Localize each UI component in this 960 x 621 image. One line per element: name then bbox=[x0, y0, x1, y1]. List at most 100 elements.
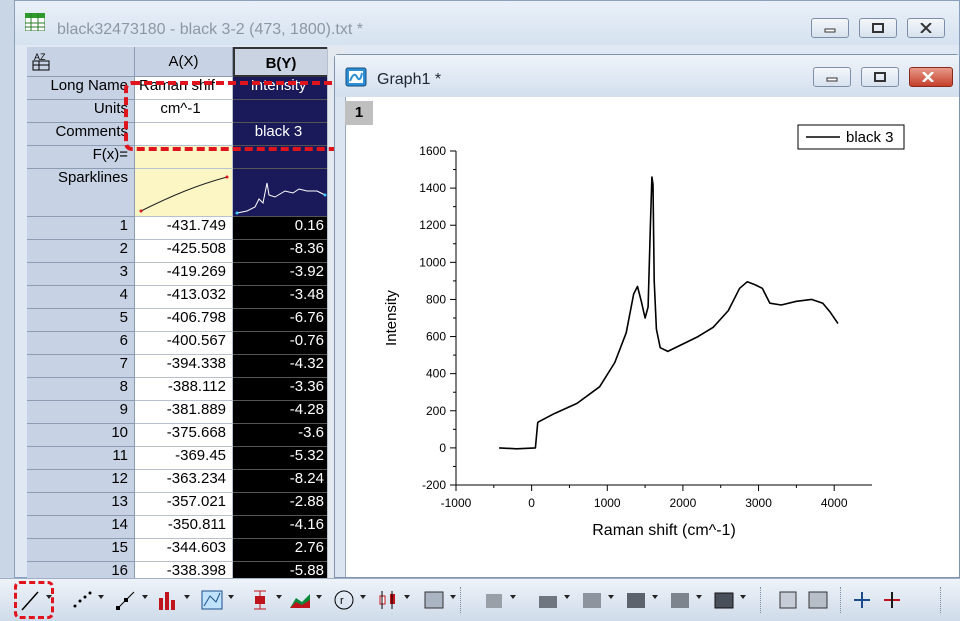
box-chart-tool-icon[interactable] bbox=[376, 587, 400, 613]
row-header[interactable]: 12 bbox=[27, 470, 135, 493]
graph-minimize-button[interactable] bbox=[813, 67, 851, 87]
graph-title-bar[interactable]: Graph1 * bbox=[335, 55, 959, 97]
sheet-corner[interactable]: AZ bbox=[27, 47, 135, 77]
scatter-tool-icon[interactable] bbox=[70, 587, 94, 613]
row-header[interactable]: 11 bbox=[27, 447, 135, 470]
image-tool-icon[interactable] bbox=[776, 587, 800, 613]
row-header[interactable]: 10 bbox=[27, 424, 135, 447]
chevron-down-icon[interactable] bbox=[316, 595, 322, 599]
chevron-down-icon[interactable] bbox=[228, 595, 234, 599]
cell-b[interactable]: -4.16 bbox=[233, 516, 329, 539]
cell-b[interactable]: -4.32 bbox=[233, 355, 329, 378]
cell-b[interactable]: -3.92 bbox=[233, 263, 329, 286]
sparkline-b[interactable] bbox=[233, 169, 329, 217]
cell-a[interactable]: -338.398 bbox=[135, 562, 233, 579]
row-header[interactable]: 13 bbox=[27, 493, 135, 516]
row-header[interactable]: 6 bbox=[27, 332, 135, 355]
row-header[interactable]: 15 bbox=[27, 539, 135, 562]
cell-a[interactable]: -344.603 bbox=[135, 539, 233, 562]
graph-page[interactable]: -1000 0 1000 2000 3000 4000 -200 0 200 400 600 800 1… bbox=[345, 97, 959, 577]
cell-a[interactable]: -400.567 bbox=[135, 332, 233, 355]
cell-b[interactable]: -3.48 bbox=[233, 286, 329, 309]
cell-b[interactable]: 2.76 bbox=[233, 539, 329, 562]
chevron-down-icon[interactable] bbox=[652, 595, 658, 599]
cell-b[interactable]: -3.6 bbox=[233, 424, 329, 447]
cell-b[interactable]: -8.36 bbox=[233, 240, 329, 263]
plot-template-tool-icon[interactable] bbox=[422, 587, 446, 613]
contour-tool-icon[interactable] bbox=[200, 587, 224, 613]
cell-a[interactable]: -381.889 bbox=[135, 401, 233, 424]
row-header[interactable]: 3 bbox=[27, 263, 135, 286]
axis-tool-icon[interactable] bbox=[850, 587, 874, 613]
cell-b[interactable]: -0.76 bbox=[233, 332, 329, 355]
row-header[interactable]: 7 bbox=[27, 355, 135, 378]
scale-tool-icon[interactable] bbox=[880, 587, 904, 613]
chevron-down-icon[interactable] bbox=[360, 595, 366, 599]
cell-a[interactable]: -394.338 bbox=[135, 355, 233, 378]
3d-color-map-tool-icon[interactable] bbox=[712, 587, 736, 613]
maximize-button[interactable] bbox=[859, 18, 897, 38]
cell-a[interactable]: -425.508 bbox=[135, 240, 233, 263]
row-header[interactable]: 14 bbox=[27, 516, 135, 539]
chevron-down-icon[interactable] bbox=[98, 595, 104, 599]
row-header[interactable]: 16 bbox=[27, 562, 135, 579]
merge-graph-tool-icon[interactable] bbox=[806, 587, 830, 613]
error-bar-tool-icon[interactable] bbox=[248, 587, 272, 613]
cell-a[interactable]: -419.269 bbox=[135, 263, 233, 286]
graph-window[interactable]: Graph1 * -1000 0 1000 2000 3000 4000 -200 0 200 4… bbox=[334, 54, 960, 578]
cell-a[interactable]: -413.032 bbox=[135, 286, 233, 309]
legend[interactable]: black 3 bbox=[797, 124, 905, 150]
cell-b[interactable]: -4.28 bbox=[233, 401, 329, 424]
graph-maximize-button[interactable] bbox=[861, 67, 899, 87]
cell-a[interactable]: -350.811 bbox=[135, 516, 233, 539]
row-header[interactable]: 4 bbox=[27, 286, 135, 309]
row-header[interactable]: 8 bbox=[27, 378, 135, 401]
cell-b[interactable]: 0.16 bbox=[233, 217, 329, 240]
3d-surface-tool-icon[interactable] bbox=[624, 587, 648, 613]
cell-b[interactable]: -6.76 bbox=[233, 309, 329, 332]
chevron-down-icon[interactable] bbox=[142, 595, 148, 599]
plot-area[interactable]: -1000 0 1000 2000 3000 4000 -200 0 200 400 600 800 1… bbox=[346, 97, 960, 575]
polar-tool-icon[interactable]: r bbox=[332, 587, 356, 613]
sparkline-a[interactable] bbox=[135, 169, 233, 217]
row-header[interactable]: 5 bbox=[27, 309, 135, 332]
chevron-down-icon[interactable] bbox=[184, 595, 190, 599]
chevron-down-icon[interactable] bbox=[510, 595, 516, 599]
column-header-a[interactable]: A(X) bbox=[135, 47, 233, 77]
cell-a[interactable]: -406.798 bbox=[135, 309, 233, 332]
graph-close-button[interactable] bbox=[909, 67, 953, 87]
chevron-down-icon[interactable] bbox=[404, 595, 410, 599]
chevron-down-icon[interactable] bbox=[696, 595, 702, 599]
chevron-down-icon[interactable] bbox=[740, 595, 746, 599]
cell-b[interactable]: -5.32 bbox=[233, 447, 329, 470]
3d-wall-tool-icon[interactable] bbox=[482, 587, 506, 613]
close-button[interactable] bbox=[907, 18, 945, 38]
cell-a[interactable]: -431.749 bbox=[135, 217, 233, 240]
area-tool-icon[interactable] bbox=[288, 587, 312, 613]
chevron-down-icon[interactable] bbox=[276, 595, 282, 599]
3d-scatter-tool-icon[interactable] bbox=[580, 587, 604, 613]
3d-wireframe-tool-icon[interactable] bbox=[668, 587, 692, 613]
cell-a[interactable]: -375.668 bbox=[135, 424, 233, 447]
minimize-button[interactable] bbox=[811, 18, 849, 38]
3d-bar-tool-icon[interactable] bbox=[536, 587, 560, 613]
chevron-down-icon[interactable] bbox=[564, 595, 570, 599]
cell-b[interactable]: -3.36 bbox=[233, 378, 329, 401]
label-sparklines[interactable]: Sparklines bbox=[27, 169, 135, 217]
column-header-b[interactable]: B(Y) bbox=[233, 47, 329, 77]
cell-b[interactable]: -5.88 bbox=[233, 562, 329, 579]
row-header[interactable]: 2 bbox=[27, 240, 135, 263]
cell-a[interactable]: -369.45 bbox=[135, 447, 233, 470]
cell-a[interactable]: -357.021 bbox=[135, 493, 233, 516]
cell-b[interactable]: -8.24 bbox=[233, 470, 329, 493]
layer-indicator[interactable]: 1 bbox=[345, 101, 373, 125]
chevron-down-icon[interactable] bbox=[450, 595, 456, 599]
cell-a[interactable]: -363.234 bbox=[135, 470, 233, 493]
label-units[interactable]: Units bbox=[27, 100, 135, 123]
row-header[interactable]: 9 bbox=[27, 401, 135, 424]
column-tool-icon[interactable] bbox=[156, 587, 180, 613]
workbook-title-bar[interactable]: black32473180 - black 3-2 (473, 1800).tx… bbox=[15, 1, 959, 45]
line-symbol-tool-icon[interactable] bbox=[114, 587, 138, 613]
label-comments[interactable]: Comments bbox=[27, 123, 135, 146]
row-header[interactable]: 1 bbox=[27, 217, 135, 240]
